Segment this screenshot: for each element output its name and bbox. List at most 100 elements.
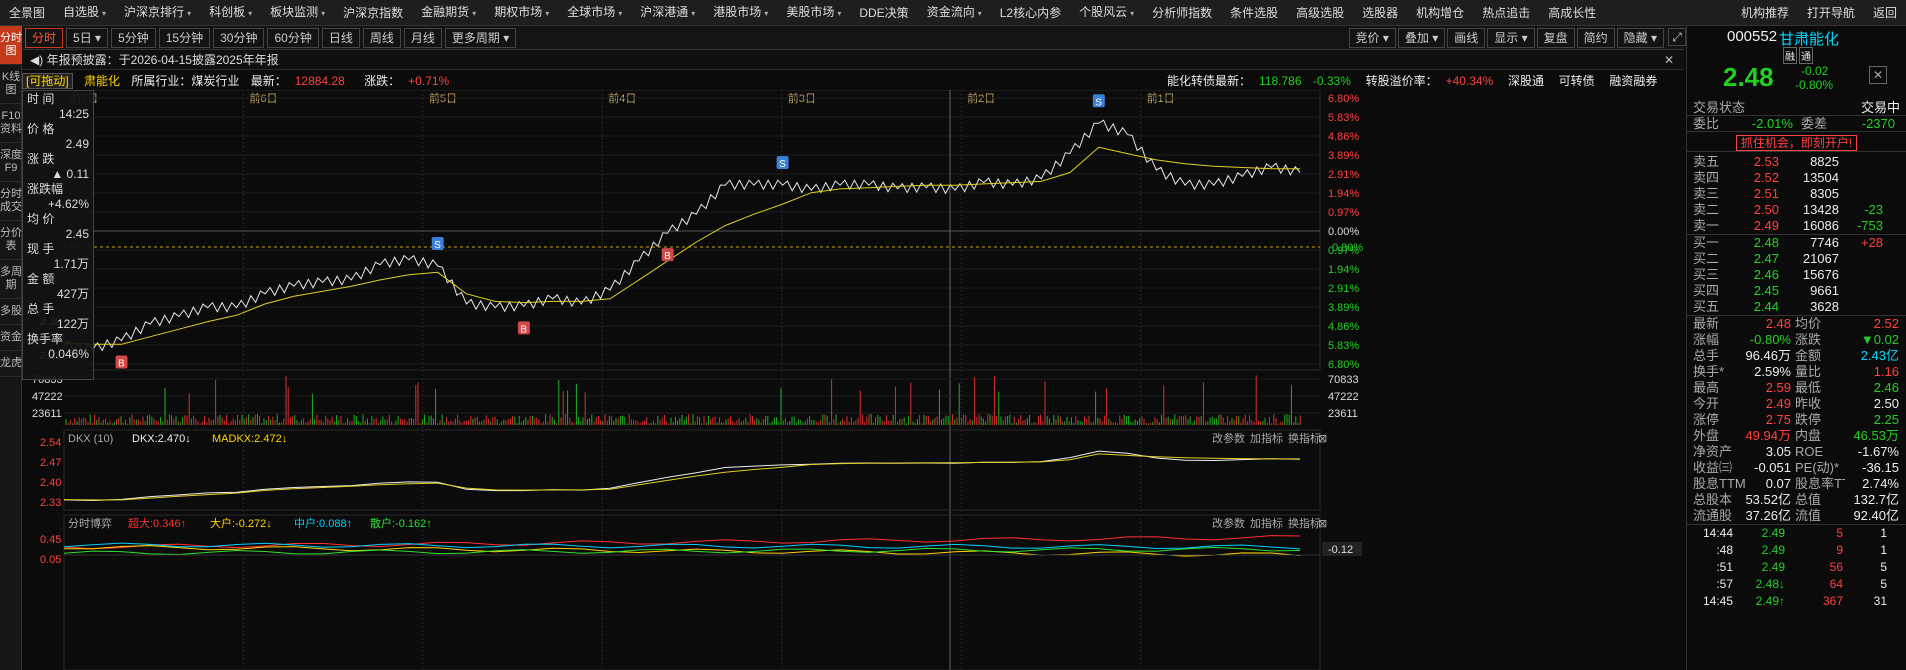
sidebar-tab-3[interactable]: 深度F9 [0, 143, 22, 182]
stat-label: ROE [1795, 444, 1824, 459]
asks-row: 卖四 2.52 13504 [1687, 170, 1906, 186]
sidebar-tab-6[interactable]: 多周期 [0, 260, 22, 299]
stat-row: 流通股 37.26亿 流值 92.40亿 [1687, 508, 1906, 524]
period-tab-4[interactable]: 30分钟 [213, 27, 265, 48]
nav-item-22[interactable]: 高成长性 [1539, 0, 1605, 26]
open-account-link[interactable]: 抓住机会，即刻开户! [1735, 135, 1858, 151]
stat-value: 2.49 [1765, 396, 1791, 411]
nav-item-6[interactable]: 金融期货 ▾ [412, 0, 485, 27]
period-tab-0[interactable]: 分时 [25, 27, 64, 48]
nav-item-23[interactable]: 机构推荐 [1732, 0, 1798, 26]
period-tab-7[interactable]: 周线 [362, 27, 401, 48]
drag-badge[interactable]: [可拖动] [22, 73, 73, 89]
panel-close-icon[interactable]: ⊠ [1318, 433, 1327, 445]
bids-label: 买三 [1693, 267, 1720, 282]
panel-tool-game-0[interactable]: 改参数 [1212, 516, 1245, 530]
nav-label: L2核心内参 [999, 5, 1062, 20]
stat-value: 2.74% [1862, 476, 1899, 491]
sidebar-tab-8[interactable]: 资金 [0, 325, 22, 351]
marker-label: B [118, 359, 125, 370]
nav-item-19[interactable]: 选股器 [1353, 0, 1407, 26]
nav-item-7[interactable]: 期权市场 ▾ [485, 0, 558, 27]
nav-item-9[interactable]: 沪深港通 ▾ [631, 0, 704, 27]
sidebar-tab-4[interactable]: 分时成交 [0, 182, 22, 221]
tool-button-6[interactable]: 隐藏 ▾ [1616, 28, 1664, 48]
nav-item-0[interactable]: 全景图 [0, 0, 54, 26]
buy-marker[interactable]: B [661, 248, 674, 262]
close-icon[interactable]: ✕ [1869, 66, 1887, 84]
buy-marker[interactable]: B [115, 355, 128, 370]
panel-tool-dkx-1[interactable]: 加指标 [1250, 431, 1283, 445]
nav-item-2[interactable]: 沪深京排行 ▾ [115, 0, 200, 27]
nav-item-18[interactable]: 高级选股 [1287, 0, 1353, 26]
volume-tick-left: 47222 [32, 391, 63, 403]
game-last-value: -0.12 [1328, 544, 1353, 556]
tag-convertible[interactable]: 可转债 [1559, 74, 1595, 88]
sidebar-tab-5[interactable]: 分价表 [0, 221, 22, 260]
stat-value: 2.43亿 [1860, 348, 1899, 363]
nav-item-20[interactable]: 机构增仓 [1407, 0, 1473, 26]
nav-item-5[interactable]: 沪深京指数 [334, 0, 412, 26]
convertible-bond-info: 能化转债最新： 118.786 -0.33% 转股溢价率： +40.34% 深股通 … [1167, 72, 1665, 90]
tool-button-5[interactable]: 简约 [1576, 28, 1615, 48]
stat-label: 总值 [1795, 492, 1822, 507]
sidebar-tab-9[interactable]: 龙虎 [0, 351, 22, 377]
nav-item-12[interactable]: DDE决策 [850, 0, 917, 26]
period-tab-6[interactable]: 日线 [321, 27, 360, 48]
period-tab-2[interactable]: 5分钟 [111, 27, 156, 48]
close-icon[interactable]: ✕ [1664, 50, 1674, 70]
sidebar-tab-7[interactable]: 多股 [0, 299, 22, 325]
sell-marker[interactable]: S [1092, 94, 1105, 108]
panel-tool-dkx-0[interactable]: 改参数 [1212, 431, 1245, 445]
nav-item-15[interactable]: 个股风云 ▾ [1070, 0, 1143, 27]
expand-icon[interactable]: ⤢ [1668, 28, 1686, 46]
period-tab-9[interactable]: 更多周期 ▾ [444, 27, 517, 48]
period-tab-8[interactable]: 月线 [403, 27, 442, 48]
industry-label[interactable]: 所属行业：煤炭行业 [131, 74, 239, 88]
nav-label: 高级选股 [1296, 5, 1345, 20]
panel-close-icon[interactable]: ⊠ [1318, 518, 1327, 530]
period-tab-3[interactable]: 15分钟 [158, 27, 211, 48]
sidebar-tab-1[interactable]: K线图 [0, 65, 22, 104]
buy-marker[interactable]: B [517, 321, 530, 335]
tick-volume: 9 [1836, 543, 1843, 557]
tool-button-4[interactable]: 复盘 [1536, 28, 1575, 48]
sidebar-tab-2[interactable]: F10资料 [0, 104, 22, 143]
tool-button-2[interactable]: 画线 [1447, 28, 1486, 48]
tool-button-0[interactable]: 竞价 ▾ [1348, 28, 1396, 48]
notice-text[interactable]: 年报预披露：于2026-04-15披露2025年年报 [47, 53, 279, 67]
sidebar-tab-0[interactable]: 分时图 [0, 26, 22, 65]
nav-item-13[interactable]: 资金流向 ▾ [918, 0, 991, 27]
tag-margin[interactable]: 融资融券 [1609, 74, 1657, 88]
nav-item-21[interactable]: 热点追击 [1473, 0, 1539, 26]
nav-item-10[interactable]: 港股市场 ▾ [704, 0, 777, 27]
tool-button-1[interactable]: 叠加 ▾ [1397, 28, 1446, 48]
tool-button-3[interactable]: 显示 ▾ [1487, 28, 1535, 48]
period-tab-1[interactable]: 5日 ▾ [66, 27, 109, 48]
period-tab-5[interactable]: 60分钟 [267, 27, 319, 48]
nav-item-3[interactable]: 科创板 ▾ [200, 0, 261, 27]
nav-item-24[interactable]: 打开导航 [1798, 0, 1864, 26]
nav-item-1[interactable]: 自选股 ▾ [54, 0, 115, 27]
panel-tool-dkx-2[interactable]: 换指标 [1288, 431, 1321, 445]
sell-marker[interactable]: S [776, 156, 789, 170]
nav-item-25[interactable]: 返回 [1864, 0, 1906, 26]
tag-sgt[interactable]: 深股通 [1508, 74, 1544, 88]
stat-value: 2.59% [1754, 364, 1791, 379]
nav-item-16[interactable]: 分析师指数 [1143, 0, 1221, 26]
nav-label: 机构推荐 [1740, 5, 1789, 20]
nav-item-4[interactable]: 板块监测 ▾ [261, 0, 334, 27]
intraday-chart[interactable]: 前7日前6日前5日前4日前3日前2日前1日6.80%5.83%4.86%3.89… [22, 90, 1684, 670]
panel-tool-game-1[interactable]: 加指标 [1250, 516, 1283, 530]
index-latest-label: 最新： 12884.28 [251, 74, 353, 88]
nav-item-8[interactable]: 全球市场 ▾ [558, 0, 631, 27]
bids-price: 2.46 [1753, 267, 1779, 282]
panel-tool-game-2[interactable]: 换指标 [1288, 516, 1321, 530]
marker-label: B [520, 324, 527, 335]
asks-label: 卖一 [1693, 218, 1720, 233]
nav-item-17[interactable]: 条件选股 [1221, 0, 1287, 26]
nav-item-11[interactable]: 美股市场 ▾ [777, 0, 850, 27]
stat-value: 2.48 [1765, 316, 1791, 331]
sell-marker[interactable]: S [431, 237, 444, 251]
nav-item-14[interactable]: L2核心内参 [991, 0, 1070, 26]
